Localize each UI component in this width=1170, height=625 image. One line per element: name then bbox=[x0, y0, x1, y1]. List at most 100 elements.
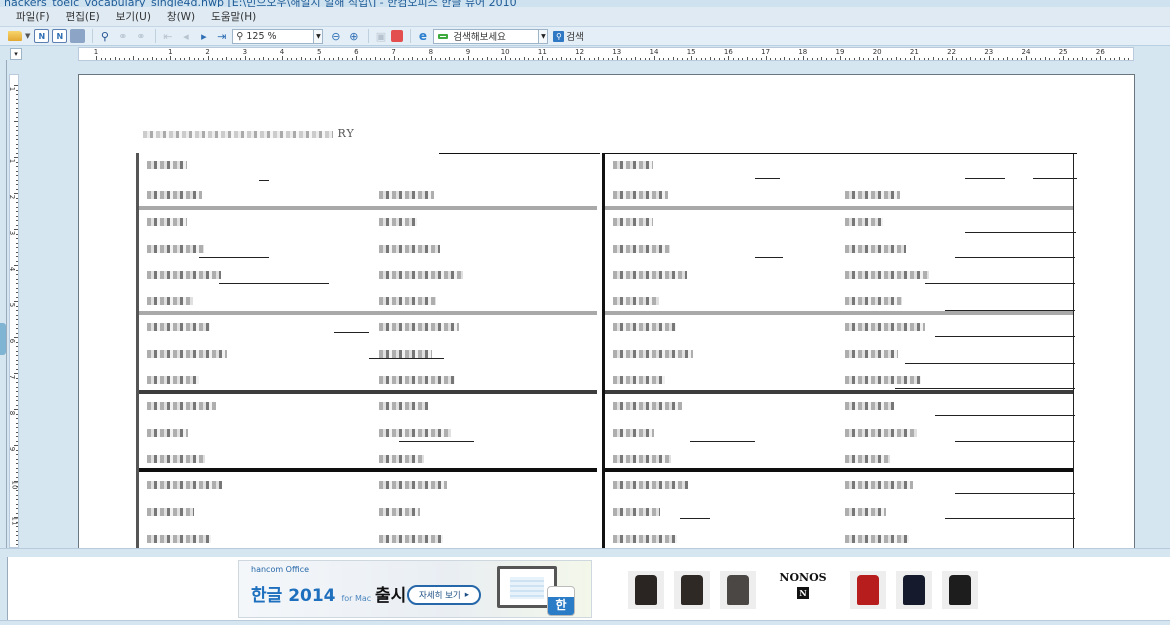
ruler-tick bbox=[667, 58, 669, 60]
ruler-tick bbox=[16, 355, 18, 356]
page-last-icon[interactable]: ⇥ bbox=[214, 29, 229, 43]
ruler-tick bbox=[519, 58, 521, 60]
table-divider bbox=[605, 390, 1073, 394]
page-next-icon[interactable]: ▸ bbox=[196, 29, 211, 43]
ruler-tick bbox=[1002, 58, 1004, 60]
zoom-out-icon[interactable]: ⊖ bbox=[328, 29, 343, 43]
ruler-tick bbox=[16, 535, 18, 536]
more-info-button[interactable]: 자세히 보기 ▸ bbox=[407, 585, 481, 605]
horizontal-scrollbar[interactable] bbox=[0, 548, 1170, 557]
ruler-tick bbox=[570, 58, 572, 60]
ruler-tick bbox=[556, 58, 558, 60]
side-panel-toggle[interactable] bbox=[0, 323, 6, 355]
vertical-ruler[interactable]: 1 1 2 3 4 5 6 7 8 9 10 11 bbox=[9, 74, 19, 548]
brand-logo-icon: N bbox=[797, 587, 809, 599]
ruler-toggle-button[interactable]: ▾ bbox=[10, 48, 22, 60]
product-image-coat[interactable] bbox=[896, 571, 932, 609]
ruler-tick bbox=[946, 58, 948, 60]
zoom-field[interactable]: ⚲ 125 % bbox=[232, 28, 315, 44]
ruler-tick bbox=[16, 256, 18, 257]
blank-underline bbox=[905, 363, 1075, 364]
zoom-in-icon[interactable]: ⊕ bbox=[346, 29, 361, 43]
ruler-tick bbox=[593, 58, 595, 60]
ruler-tick bbox=[733, 58, 735, 60]
ruler-tick bbox=[240, 58, 242, 60]
obscured-column-header bbox=[613, 191, 668, 199]
ruler-tick bbox=[16, 247, 18, 248]
ruler-tick bbox=[812, 58, 814, 60]
product-image-coat[interactable] bbox=[850, 571, 886, 609]
blank-underline bbox=[925, 283, 1075, 284]
blank-underline bbox=[1033, 178, 1077, 179]
ruler-tick bbox=[14, 409, 18, 410]
nonos-logo[interactable]: NONOS N bbox=[778, 571, 828, 599]
obscured-word bbox=[147, 245, 204, 253]
ruler-tick bbox=[421, 58, 423, 60]
product-image-jacket[interactable] bbox=[628, 571, 664, 609]
menu-file[interactable]: 파일(F) bbox=[16, 9, 50, 24]
table-divider bbox=[139, 390, 597, 394]
ruler-tick bbox=[119, 58, 121, 60]
product-image-jacket[interactable] bbox=[674, 571, 710, 609]
find-icon[interactable]: ⚲ bbox=[97, 29, 112, 43]
open-dropdown-icon[interactable]: ▼ bbox=[25, 32, 30, 40]
hancom-brand: hancom Office bbox=[251, 565, 310, 574]
ruler-tick bbox=[16, 134, 18, 136]
ruler-tick bbox=[16, 292, 18, 293]
ruler-tick bbox=[16, 368, 18, 370]
ruler-tick bbox=[840, 56, 841, 60]
search-box-icon bbox=[438, 33, 449, 39]
blank-underline bbox=[945, 518, 1075, 519]
menu-edit[interactable]: 편집(E) bbox=[66, 9, 100, 24]
search-button[interactable]: ⚲ 검색 bbox=[553, 29, 584, 43]
ruler-label: 22 bbox=[947, 48, 957, 56]
ruler-tick bbox=[561, 57, 562, 60]
menu-view[interactable]: 보기(U) bbox=[116, 9, 151, 24]
play-arrow-icon: ▸ bbox=[464, 590, 470, 600]
ruler-tick bbox=[1030, 58, 1032, 60]
menu-help[interactable]: 도움말(H) bbox=[211, 9, 256, 24]
ruler-tick bbox=[16, 328, 18, 329]
new-doc-alt-icon[interactable]: N bbox=[52, 29, 68, 43]
toolbar-separator bbox=[92, 29, 94, 43]
obscured-column-header bbox=[845, 191, 900, 199]
ruler-tick bbox=[16, 391, 18, 392]
obscured-column-header bbox=[379, 191, 434, 199]
document-page[interactable]: RY bbox=[78, 74, 1135, 550]
ruler-tick bbox=[14, 481, 18, 482]
ruler-label: 20 bbox=[872, 48, 882, 56]
fashion-ad-banner[interactable]: NONOS N bbox=[628, 569, 978, 613]
ruler-tick bbox=[16, 260, 18, 262]
ruler-tick bbox=[1026, 56, 1027, 60]
ruler-tick bbox=[114, 57, 116, 60]
hancom-ad-banner[interactable]: hancom Office 한글 2014 for Mac 출시 자세히 보기 … bbox=[238, 560, 592, 618]
ruler-tick bbox=[691, 56, 693, 60]
ruler-tick bbox=[156, 58, 158, 60]
horizontal-ruler[interactable]: 1 1 2 3 4 5 6 7 8 9 10 11 12 13 14 15 16 17 18 19 20 21 22 23 24… bbox=[78, 47, 1134, 61]
ruler-tick bbox=[16, 431, 18, 433]
product-image-jacket[interactable] bbox=[720, 571, 756, 609]
open-folder-icon[interactable] bbox=[8, 31, 22, 41]
new-doc-icon[interactable]: N bbox=[34, 29, 50, 43]
toolbar-separator bbox=[368, 29, 370, 43]
ruler-tick bbox=[14, 337, 18, 338]
search-dropdown-icon[interactable]: ▼ bbox=[539, 28, 549, 44]
ruler-tick bbox=[830, 58, 832, 60]
pdf-icon[interactable] bbox=[391, 30, 404, 42]
print-icon[interactable] bbox=[70, 29, 86, 43]
ruler-tick bbox=[551, 58, 553, 60]
fit-page-icon[interactable]: ▣ bbox=[373, 29, 388, 43]
ie-icon[interactable]: e bbox=[415, 29, 430, 43]
ruler-label: 21 bbox=[909, 48, 919, 56]
ruler-tick bbox=[500, 58, 502, 60]
obscured-word bbox=[613, 455, 671, 463]
search-placeholder: 검색해보세요 bbox=[453, 32, 506, 43]
menu-window[interactable]: 창(W) bbox=[167, 9, 195, 24]
search-input[interactable]: 검색해보세요 bbox=[433, 28, 540, 44]
ruler-tick bbox=[16, 94, 18, 95]
ruler-tick bbox=[16, 490, 18, 491]
zoom-dropdown-icon[interactable]: ▼ bbox=[314, 28, 324, 44]
hangul-app-icon: 한 bbox=[547, 586, 575, 616]
product-image-jacket[interactable] bbox=[942, 571, 978, 609]
page-prev-icon: ◂ bbox=[183, 29, 189, 43]
